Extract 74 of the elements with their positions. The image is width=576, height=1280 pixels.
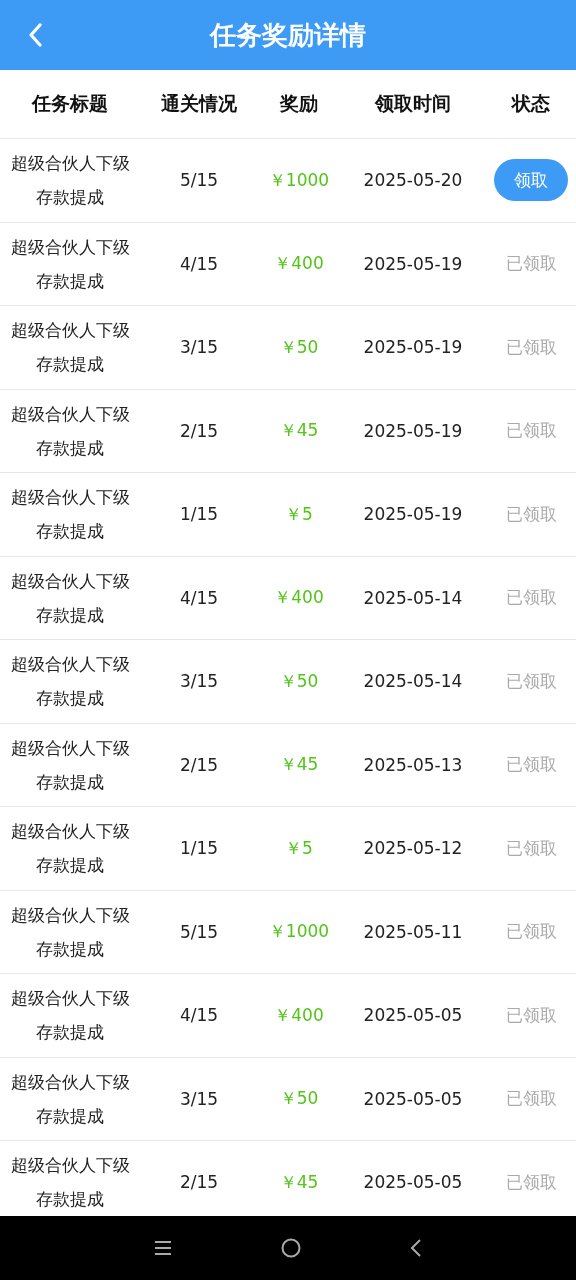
- column-header: 奖励: [278, 91, 319, 116]
- table-cell-text: 2025-05-05: [362, 1005, 464, 1026]
- table-cell-text: ￥5: [284, 502, 314, 526]
- table-cell-text: ￥5: [284, 836, 314, 860]
- table-cell-text: 2025-05-05: [362, 1088, 464, 1109]
- table-cell-text: 2025-05-11: [362, 921, 464, 942]
- table-cell-text: 5/15: [178, 170, 220, 191]
- claimed-status: 已领取: [505, 1170, 557, 1194]
- table-cell-text: 2025-05-19: [362, 253, 464, 274]
- table-cell-text: 2025-05-14: [362, 587, 464, 608]
- column-header: 任务标题: [30, 91, 109, 116]
- table-cell-text: 超级合伙人下级存款提成: [9, 402, 131, 460]
- table-cell-text: 2025-05-19: [362, 337, 464, 358]
- home-icon[interactable]: [281, 1238, 301, 1258]
- table-cell-text: 2025-05-12: [362, 838, 464, 859]
- table-cell-text: ￥50: [278, 1087, 320, 1111]
- table-cell-text: 2025-05-05: [362, 1172, 464, 1193]
- table-cell-text: ￥400: [273, 586, 325, 610]
- table-cell-text: 1/15: [178, 838, 220, 859]
- table-cell-text: 超级合伙人下级存款提成: [9, 152, 131, 210]
- page-title: 任务奖励详情: [210, 18, 366, 52]
- back-icon[interactable]: [409, 1239, 422, 1257]
- table-cell-text: 超级合伙人下级存款提成: [9, 319, 131, 377]
- claimed-status: 已领取: [505, 586, 557, 610]
- table-cell-text: 5/15: [178, 921, 220, 942]
- claimed-status: 已领取: [505, 1003, 557, 1027]
- claimed-status: 已领取: [505, 753, 557, 777]
- column-header: 状态: [510, 91, 551, 116]
- table-cell-text: 超级合伙人下级存款提成: [9, 820, 131, 878]
- claimed-status: 已领取: [505, 419, 557, 443]
- table-cell-text: 超级合伙人下级存款提成: [9, 1070, 131, 1128]
- table-cell-text: 2/15: [178, 1172, 220, 1193]
- table-cell-text: ￥1000: [267, 168, 331, 192]
- table-cell-text: 超级合伙人下级存款提成: [9, 1154, 131, 1212]
- table-cell-text: ￥50: [278, 669, 320, 693]
- menu-icon[interactable]: [154, 1240, 173, 1256]
- table-cell-text: 4/15: [178, 253, 220, 274]
- table-cell-text: ￥50: [278, 335, 320, 359]
- column-header: 领取时间: [373, 91, 452, 116]
- table-cell-text: 超级合伙人下级存款提成: [9, 736, 131, 794]
- table-cell-text: 3/15: [178, 1088, 220, 1109]
- table-cell-text: 4/15: [178, 1005, 220, 1026]
- claimed-status: 已领取: [505, 836, 557, 860]
- table-cell-text: 1/15: [178, 504, 220, 525]
- table-cell-text: 2/15: [178, 420, 220, 441]
- table-cell-text: ￥45: [278, 419, 320, 443]
- claimed-status: 已领取: [505, 920, 557, 944]
- table-cell-text: 2025-05-19: [362, 420, 464, 441]
- table-cell-text: 超级合伙人下级存款提成: [9, 486, 131, 544]
- table-cell-text: 4/15: [178, 587, 220, 608]
- table-cell-text: 3/15: [178, 337, 220, 358]
- table-cell-text: 超级合伙人下级存款提成: [9, 235, 131, 293]
- table-cell-text: 2/15: [178, 754, 220, 775]
- table-cell-text: 3/15: [178, 671, 220, 692]
- table-cell-text: 超级合伙人下级存款提成: [9, 569, 131, 627]
- claimed-status: 已领取: [505, 335, 557, 359]
- table-cell-text: ￥1000: [267, 920, 331, 944]
- claim-button[interactable]: 领取: [494, 159, 568, 202]
- table-cell-text: 2025-05-20: [362, 170, 464, 191]
- column-header: 通关情况: [160, 91, 238, 116]
- table-cell-text: 超级合伙人下级存款提成: [9, 903, 131, 961]
- claimed-status: 已领取: [505, 669, 557, 693]
- table-cell-text: ￥45: [278, 753, 320, 777]
- table-cell-text: ￥45: [278, 1170, 320, 1194]
- table-cell-text: 超级合伙人下级存款提成: [9, 987, 131, 1045]
- claimed-status: 已领取: [505, 502, 557, 526]
- table-cell-text: ￥400: [273, 252, 325, 276]
- table-cell-text: 2025-05-13: [362, 754, 464, 775]
- table-cell-text: 超级合伙人下级存款提成: [9, 653, 131, 711]
- table-cell-text: 2025-05-14: [362, 671, 464, 692]
- table-cell-text: 2025-05-19: [362, 504, 464, 525]
- claimed-status: 已领取: [505, 252, 557, 276]
- claimed-status: 已领取: [505, 1087, 557, 1111]
- table-cell-text: ￥400: [273, 1003, 325, 1027]
